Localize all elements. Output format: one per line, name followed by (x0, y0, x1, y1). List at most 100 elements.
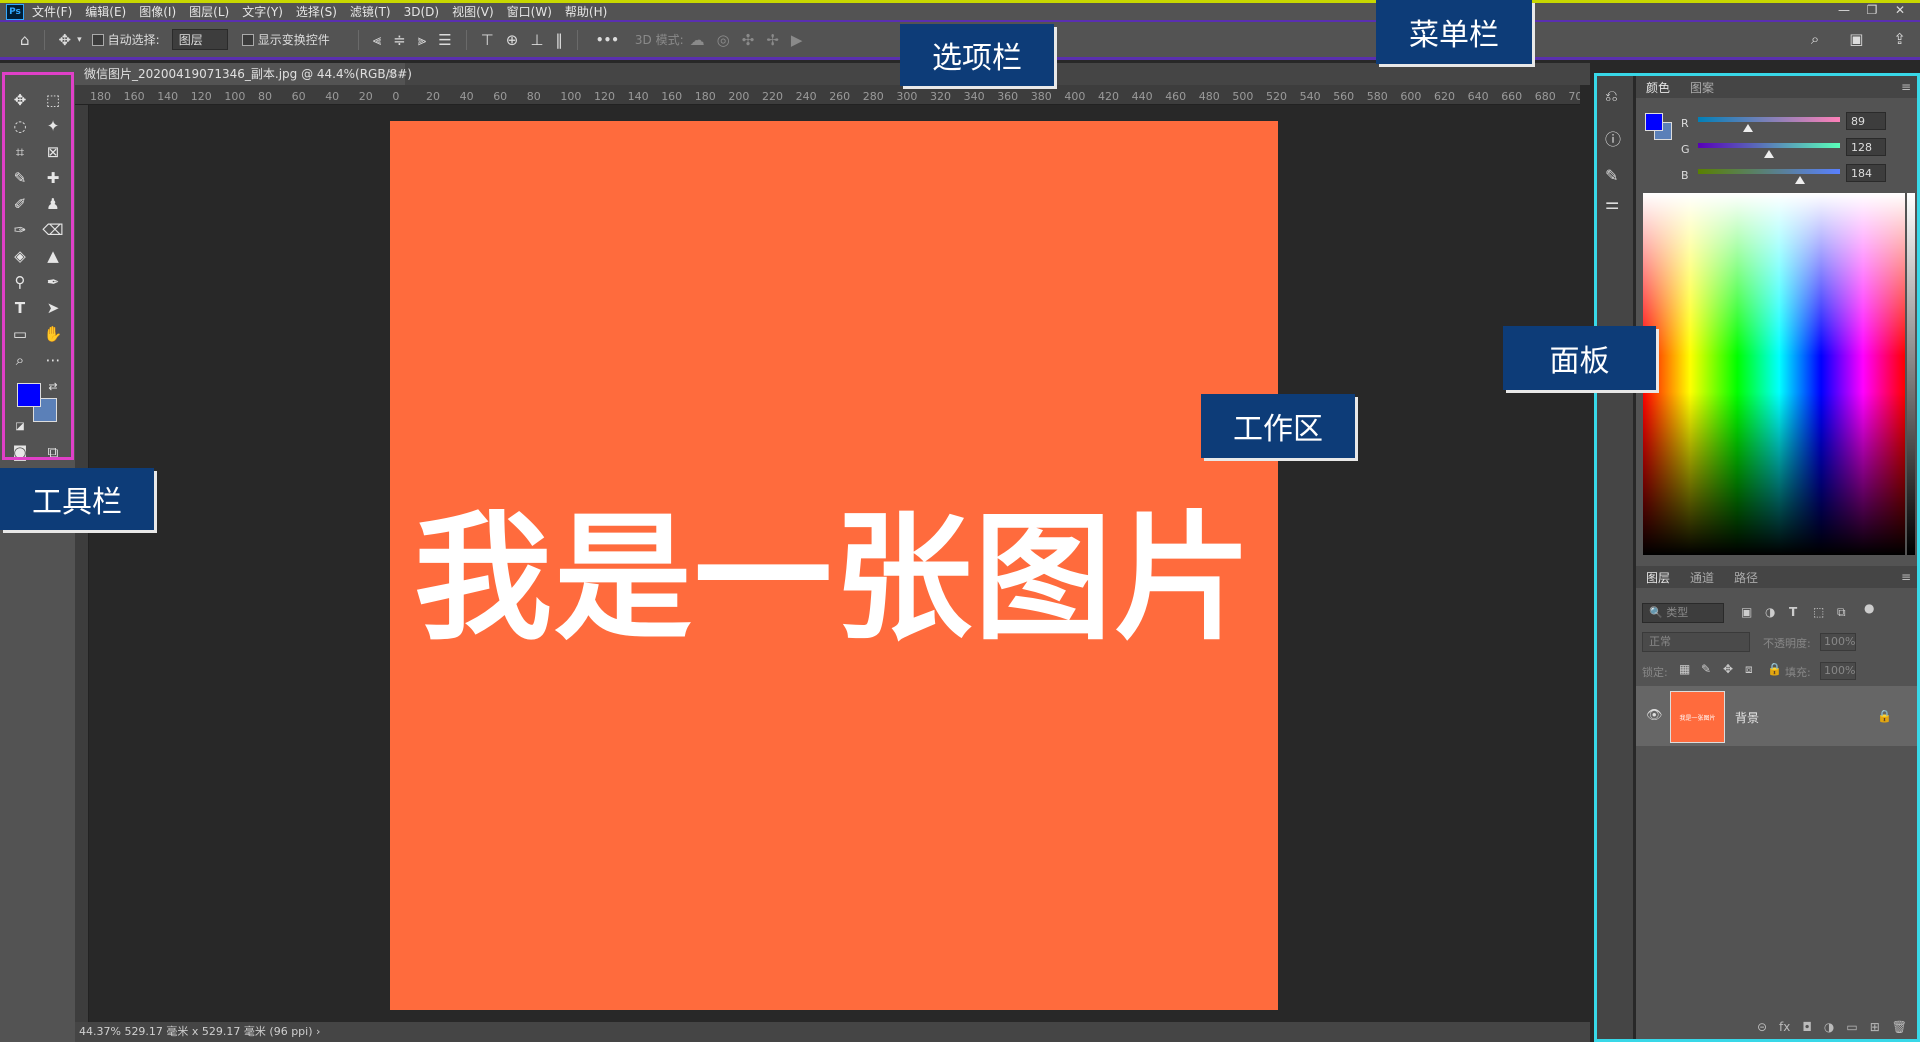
ruler-tick: 80 (258, 90, 272, 103)
ruler-tick: 480 (1198, 90, 1220, 103)
window-controls: — ❐ ✕ (1830, 3, 1914, 17)
document-tab-title: 微信图片_20200419071346_副本.jpg @ 44.4%(RGB/8… (84, 67, 412, 81)
ruler-tick: 180 (90, 90, 111, 103)
ruler-tick: 140 (627, 90, 649, 103)
move-tool-icon[interactable]: ✥ (59, 31, 72, 49)
ruler-tick: 240 (795, 90, 817, 103)
search-icon[interactable]: ⌕ (1811, 30, 1819, 48)
ruler-left[interactable] (75, 105, 89, 1022)
document-tab[interactable]: 微信图片_20200419071346_副本.jpg @ 44.4%(RGB/8… (75, 63, 412, 85)
align-middle-icon[interactable]: ⊕ (506, 31, 519, 49)
callout-options: 选项栏 (900, 24, 1054, 86)
ruler-tick: 540 (1299, 90, 1321, 103)
divider (43, 29, 45, 50)
workspace-icon[interactable]: ▣ (1849, 30, 1863, 48)
3d-slide-icon[interactable]: ✢ (766, 31, 779, 49)
restore-button[interactable]: ❐ (1858, 3, 1886, 17)
align-top-icon[interactable]: ⊤ (481, 31, 494, 49)
align-center-icon[interactable]: ≑ (393, 31, 406, 49)
ruler-tick: 640 (1467, 90, 1489, 103)
menu-filter[interactable]: 滤镜(T) (350, 3, 391, 20)
toolbar-highlight-outline (2, 72, 74, 460)
ruler-top[interactable]: 180 160 140 120 100 80 60 40 20 0 20 40 60 80 100 120 14… (75, 85, 1580, 105)
menu-window[interactable]: 窗口(W) (507, 3, 552, 20)
3d-scale-icon[interactable]: ▶ (791, 31, 803, 49)
home-icon[interactable]: ⌂ (20, 31, 30, 49)
ruler-tick: 560 (1333, 90, 1355, 103)
menu-layer[interactable]: 图层(L) (189, 3, 229, 20)
share-icon[interactable]: ⇪ (1893, 30, 1906, 48)
ruler-tick: 60 (291, 90, 306, 103)
ruler-tick: 520 (1266, 90, 1287, 103)
ruler-tick: 120 (594, 90, 615, 103)
ruler-tick: 500 (1232, 90, 1254, 103)
ruler-tick: 440 (1131, 90, 1153, 103)
ruler-tick: 320 (930, 90, 951, 103)
ruler-tick: 220 (762, 90, 783, 103)
ruler-tick: 200 (728, 90, 750, 103)
ruler-tick: 20 (426, 90, 440, 103)
ruler-tick: 60 (493, 90, 508, 103)
menu-edit[interactable]: 编辑(E) (85, 3, 126, 20)
ruler-tick: 680 (1534, 90, 1556, 103)
close-button[interactable]: ✕ (1886, 3, 1914, 17)
menu-file[interactable]: 文件(F) (32, 3, 72, 20)
close-icon[interactable]: × (387, 63, 397, 85)
ruler-tick: 400 (1064, 90, 1086, 103)
auto-select-label: 自动选择: (107, 33, 160, 47)
ruler-tick: 300 (896, 90, 918, 103)
ruler-tick: 40 (459, 90, 474, 103)
ruler-tick: 40 (325, 90, 340, 103)
more-options-button[interactable]: ••• (596, 33, 619, 47)
ruler-tick: 260 (829, 90, 851, 103)
divider (357, 29, 359, 50)
ruler-tick: 420 (1098, 90, 1119, 103)
ruler-tick: 160 (123, 90, 145, 103)
callout-menubar: 菜单栏 (1376, 0, 1532, 64)
ruler-tick: 340 (963, 90, 985, 103)
status-bar: 44.37% 529.17 毫米 x 529.17 毫米 (96 ppi) › (75, 1022, 1590, 1042)
callout-workspace: 工作区 (1201, 394, 1355, 458)
menu-bar: Ps 文件(F) 编辑(E) 图像(I) 图层(L) 文字(Y) 选择(S) 滤… (0, 0, 1920, 22)
ruler-tick: 80 (526, 90, 541, 103)
distribute-icon[interactable]: ☰ (438, 31, 451, 49)
ruler-tick: 100 (560, 90, 582, 103)
ruler-tick: 600 (1400, 90, 1422, 103)
align-right-icon[interactable]: ⫸ (418, 31, 426, 49)
divider (465, 29, 467, 50)
ruler-tick: 70 (1568, 90, 1580, 103)
ruler-tick: 120 (190, 90, 212, 103)
menu-view[interactable]: 视图(V) (452, 3, 494, 20)
callout-panels: 面板 (1503, 326, 1656, 390)
ruler-tick: 0 (392, 90, 400, 103)
chevron-down-icon[interactable]: ▾ (77, 35, 82, 45)
auto-select-checkbox[interactable] (91, 33, 104, 46)
menu-select[interactable]: 选择(S) (296, 3, 337, 20)
ruler-tick: 280 (862, 90, 884, 103)
3d-mode-label: 3D 模式: (634, 33, 684, 47)
auto-select-dropdown[interactable]: 图层 (171, 29, 228, 50)
image-text: 我是一张图片 (413, 497, 1254, 659)
minimize-button[interactable]: — (1830, 3, 1858, 17)
3d-drag-icon[interactable]: ✣ (742, 31, 755, 49)
divider (576, 29, 578, 50)
show-transform-checkbox[interactable] (241, 33, 254, 46)
menu-type[interactable]: 文字(Y) (242, 3, 283, 20)
photoshop-logo: Ps (6, 3, 24, 20)
3d-roll-icon[interactable]: ◎ (717, 31, 730, 49)
ruler-tick: 20 (358, 90, 373, 103)
menu-help[interactable]: 帮助(H) (565, 3, 607, 20)
menu-image[interactable]: 图像(I) (139, 3, 176, 20)
show-transform-label: 显示变换控件 (257, 33, 330, 47)
document-image[interactable]: 我是一张图片 (390, 121, 1278, 1010)
ruler-tick: 460 (1165, 90, 1187, 103)
ruler-tick: 160 (661, 90, 683, 103)
ruler-tick: 100 (224, 90, 246, 103)
menu-3d[interactable]: 3D(D) (404, 5, 439, 19)
ruler-tick: 180 (694, 90, 716, 103)
align-left-icon[interactable]: ⫷ (373, 31, 381, 49)
align-bottom-icon[interactable]: ⊥ (530, 31, 543, 49)
distribute-vertical-icon[interactable]: ‖ (555, 31, 563, 49)
ruler-tick: 360 (997, 90, 1019, 103)
3d-orbit-icon[interactable]: ☁ (690, 31, 705, 49)
